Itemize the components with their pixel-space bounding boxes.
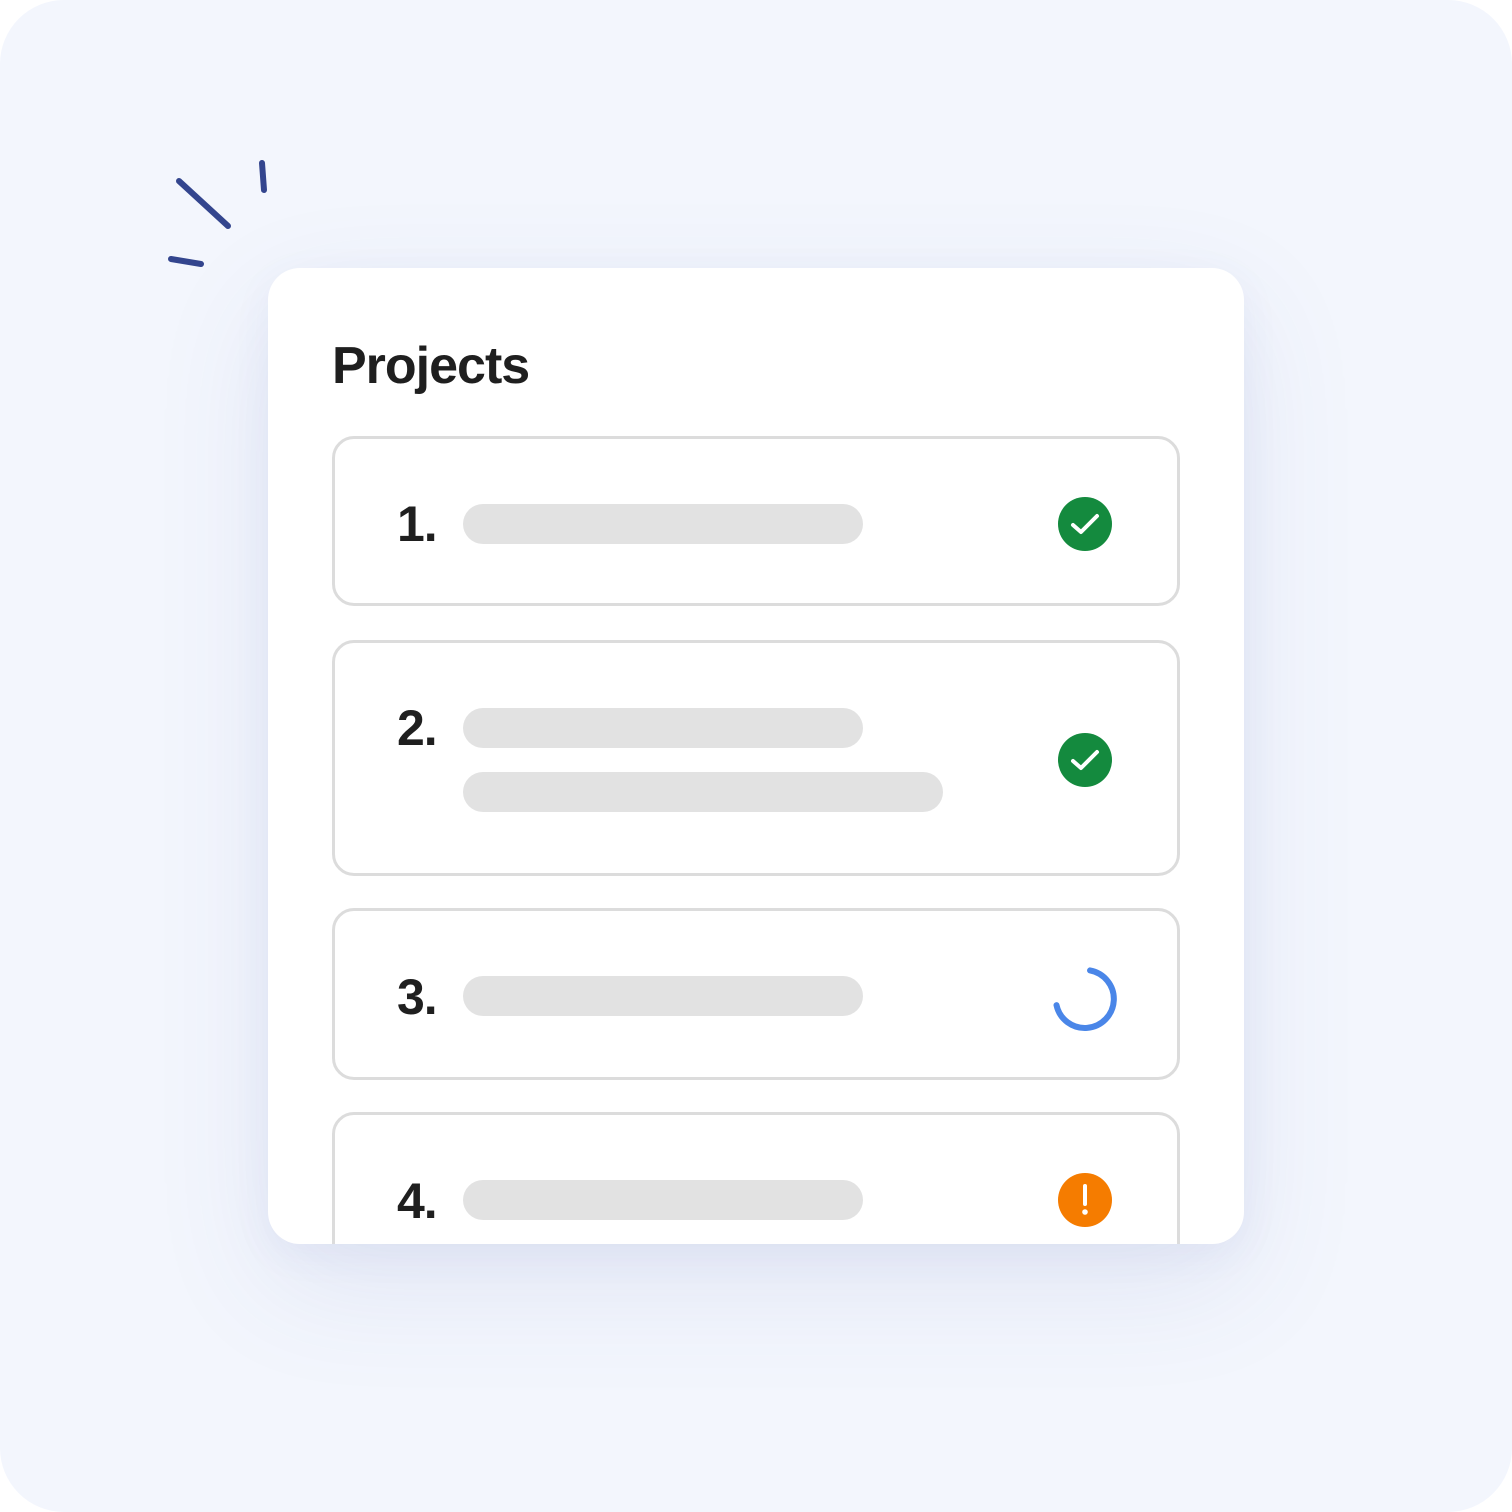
card-title: Projects — [332, 337, 530, 395]
project-item-1[interactable]: 1. — [332, 436, 1180, 606]
project-number: 3. — [397, 969, 438, 1025]
check-circle-icon — [1057, 732, 1113, 788]
project-title-placeholder — [463, 708, 863, 748]
project-number: 4. — [397, 1173, 438, 1229]
project-number: 1. — [397, 496, 438, 552]
project-item-3[interactable]: 3. — [332, 908, 1180, 1080]
alert-circle-icon — [1057, 1172, 1113, 1228]
project-number: 2. — [397, 700, 438, 756]
project-title-placeholder — [463, 504, 863, 544]
canvas-background: Projects 1. 2. 3. 4. — [0, 0, 1512, 1512]
projects-card: Projects 1. 2. 3. 4. — [268, 268, 1244, 1244]
loading-spinner-icon — [1052, 966, 1118, 1032]
check-circle-icon — [1057, 496, 1113, 552]
project-title-placeholder — [463, 976, 863, 1016]
project-title-placeholder — [463, 1180, 863, 1220]
project-item-2[interactable]: 2. — [332, 640, 1180, 876]
project-subtitle-placeholder — [463, 772, 943, 812]
sparkle-decoration-icon — [168, 160, 267, 267]
project-item-4[interactable]: 4. — [332, 1112, 1180, 1244]
